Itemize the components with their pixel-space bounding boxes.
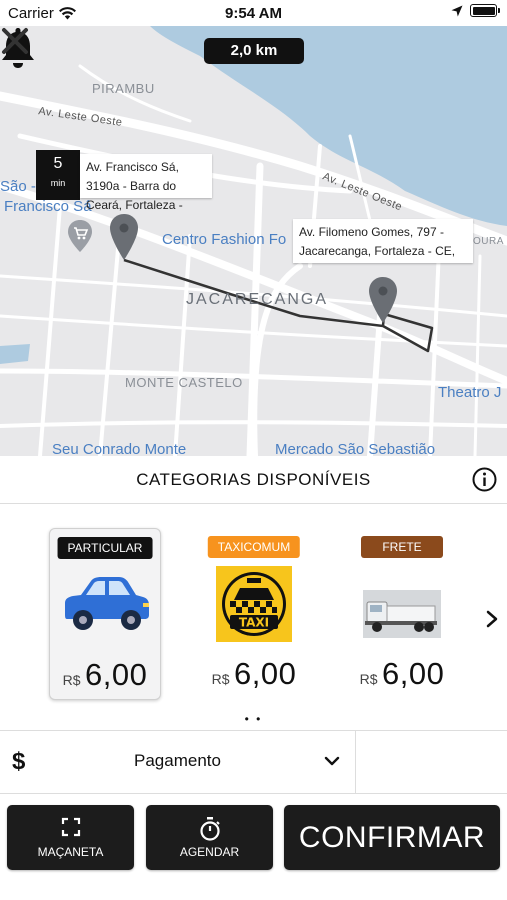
map-label-francisco-sa: Francisco Sá (4, 198, 92, 215)
status-time: 9:54 AM (225, 5, 282, 22)
carousel-pager: • • (244, 712, 263, 726)
eta-badge: 5 min (36, 150, 80, 200)
origin-address-callout[interactable]: Av. Francisco Sá, 3190a - Barra do Ceará… (80, 154, 212, 212)
map-label-jacarecanga: JACARECANGA (186, 291, 329, 308)
payment-extra-field[interactable] (355, 731, 507, 793)
svg-text:TAXI: TAXI (239, 616, 269, 630)
destination-pin-icon[interactable] (369, 277, 397, 323)
category-price: R$ 6,00 (198, 656, 310, 692)
status-bar: Carrier 9:54 AM (0, 0, 507, 26)
macaneta-button[interactable]: MAÇANETA (7, 805, 134, 870)
map-label-theatro: Theatro J (438, 384, 502, 401)
map-label-pirambu: PIRAMBU (92, 81, 155, 96)
close-icon[interactable] (0, 26, 30, 56)
category-badge: TAXICOMUM (207, 536, 301, 558)
battery-icon (470, 4, 500, 17)
agendar-button[interactable]: AGENDAR (146, 805, 273, 870)
macaneta-label: MAÇANETA (37, 845, 104, 859)
category-price: R$ 6,00 (50, 657, 160, 693)
info-icon[interactable] (472, 467, 497, 492)
price-value: 6,00 (234, 656, 297, 691)
category-card-frete[interactable]: FRETE R$ 6,00 (346, 528, 458, 700)
map-view[interactable]: PIRAMBU Av. Leste Oeste Av. Leste Oeste … (0, 26, 507, 456)
agendar-label: AGENDAR (179, 845, 240, 859)
stopwatch-icon (199, 817, 220, 841)
category-card-taxicomum[interactable]: TAXICOMUM TAXI R$ 6,00 (198, 528, 310, 700)
categories-title: CATEGORIAS DISPONÍVEIS (136, 469, 371, 489)
map-label-monte-castelo: MONTE CASTELO (125, 375, 243, 390)
confirm-button[interactable]: CONFIRMAR (284, 805, 500, 870)
map-label-centro-fashion: Centro Fashion Fo (162, 231, 287, 248)
shopping-cart-icon[interactable] (68, 220, 92, 252)
payment-selector[interactable]: $ Pagamento (0, 731, 355, 793)
chevron-down-icon[interactable] (323, 754, 341, 768)
price-currency: R$ (359, 671, 378, 687)
price-currency: R$ (62, 672, 81, 688)
destination-address-callout[interactable]: Av. Filomeno Gomes, 797 - Jacarecanga, F… (293, 219, 473, 263)
price-value: 6,00 (382, 656, 445, 691)
map-label-oura: OURA (473, 236, 504, 247)
map-label-seu-conrado: Seu Conrado Monte (52, 441, 187, 456)
payment-label: Pagamento (134, 751, 221, 770)
car-icon (65, 577, 149, 630)
category-badge: FRETE (361, 536, 443, 558)
category-price: R$ 6,00 (346, 656, 458, 692)
category-badge: PARTICULAR (57, 537, 153, 559)
eta-unit: min (50, 178, 66, 188)
taxi-icon: TAXI (216, 566, 292, 642)
price-value: 6,00 (85, 657, 148, 692)
location-arrow-icon (451, 5, 463, 16)
eta-value: 5 (53, 155, 63, 172)
chevron-right-icon[interactable] (484, 609, 500, 629)
expand-icon (61, 817, 80, 837)
truck-icon (363, 590, 441, 638)
map-label-mercado: Mercado São Sebastião (275, 441, 436, 456)
category-card-particular[interactable]: PARTICULAR R$ 6,00 (49, 528, 161, 700)
divider (0, 793, 507, 794)
origin-pin-icon[interactable] (110, 214, 138, 260)
category-carousel[interactable]: PARTICULAR R$ 6,00 TAXICOMUM TAXI R$ 6,0… (0, 504, 507, 731)
price-currency: R$ (211, 671, 230, 687)
categories-header: CATEGORIAS DISPONÍVEIS (0, 456, 507, 504)
status-right (451, 4, 500, 17)
distance-badge: 2,0 km (204, 38, 304, 64)
